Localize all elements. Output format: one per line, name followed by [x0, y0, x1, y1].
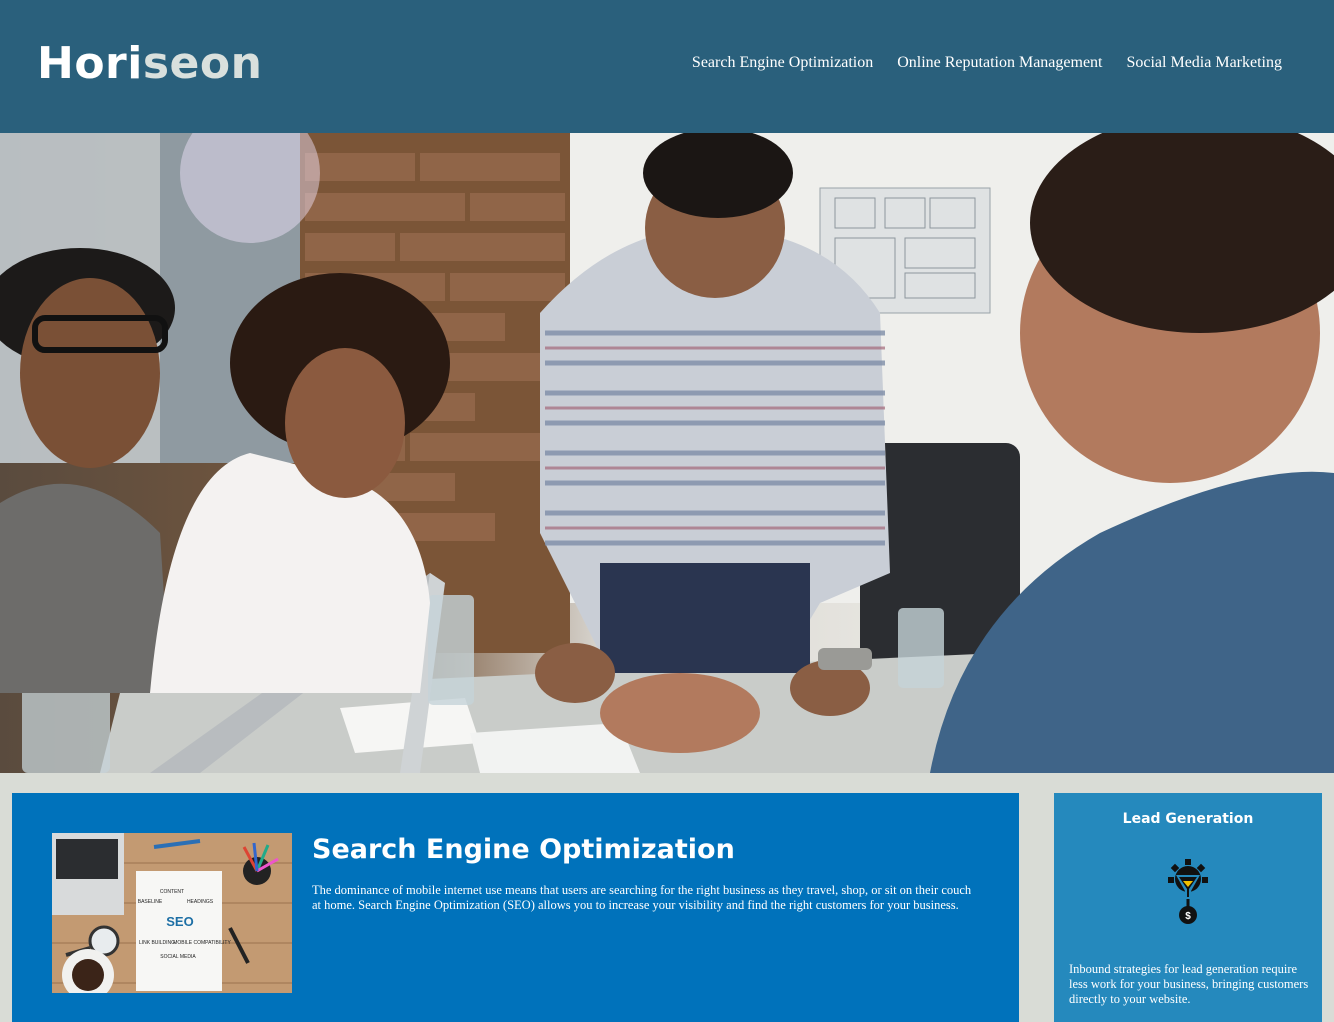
seo-desk-illustration: CONTENT BASELINE HEADINGS SEO LINK BUILD… [52, 833, 292, 993]
lead-generation-title: Lead Generation [1122, 811, 1254, 827]
logo-text-hori: Hori [37, 38, 143, 89]
seo-image-label-headings: HEADINGS [187, 899, 214, 905]
seo-title: Search Engine Optimization [312, 834, 735, 865]
seo-section: CONTENT BASELINE HEADINGS SEO LINK BUILD… [12, 793, 1019, 1022]
lead-generation-description: Inbound strategies for lead generation r… [1069, 962, 1309, 1006]
nav-link-seo[interactable]: Search Engine Optimization [692, 52, 873, 74]
seo-image: CONTENT BASELINE HEADINGS SEO LINK BUILD… [52, 833, 292, 993]
site-logo[interactable]: Horiseon [37, 36, 262, 92]
hero-image [0, 133, 1334, 773]
seo-image-label-social-media: SOCIAL MEDIA [160, 954, 196, 960]
lead-funnel-gear-icon: $ [1168, 859, 1208, 925]
seo-image-label-baseline: BASELINE [138, 899, 163, 905]
seo-description: The dominance of mobile internet use mea… [312, 883, 972, 912]
site-header: Horiseon Search Engine Optimization Onli… [0, 0, 1334, 133]
hero-photo-illustration [0, 133, 1334, 773]
seo-image-label-seo: SEO [166, 914, 193, 929]
seo-image-label-content: CONTENT [160, 889, 184, 895]
nav-link-reputation[interactable]: Online Reputation Management [897, 52, 1102, 74]
main-nav: Search Engine Optimization Online Reputa… [692, 52, 1282, 74]
seo-image-label-link-building: LINK BUILDING [139, 940, 175, 946]
lead-generation-section: Lead Generation $ Inbound strategies for… [1054, 793, 1322, 1022]
seo-image-label-mobile-compatibility: MOBILE COMPATIBILITY [173, 940, 231, 946]
logo-text-seon: seon [142, 38, 263, 89]
nav-link-social-media[interactable]: Social Media Marketing [1126, 52, 1282, 74]
svg-text:$: $ [1185, 911, 1191, 922]
